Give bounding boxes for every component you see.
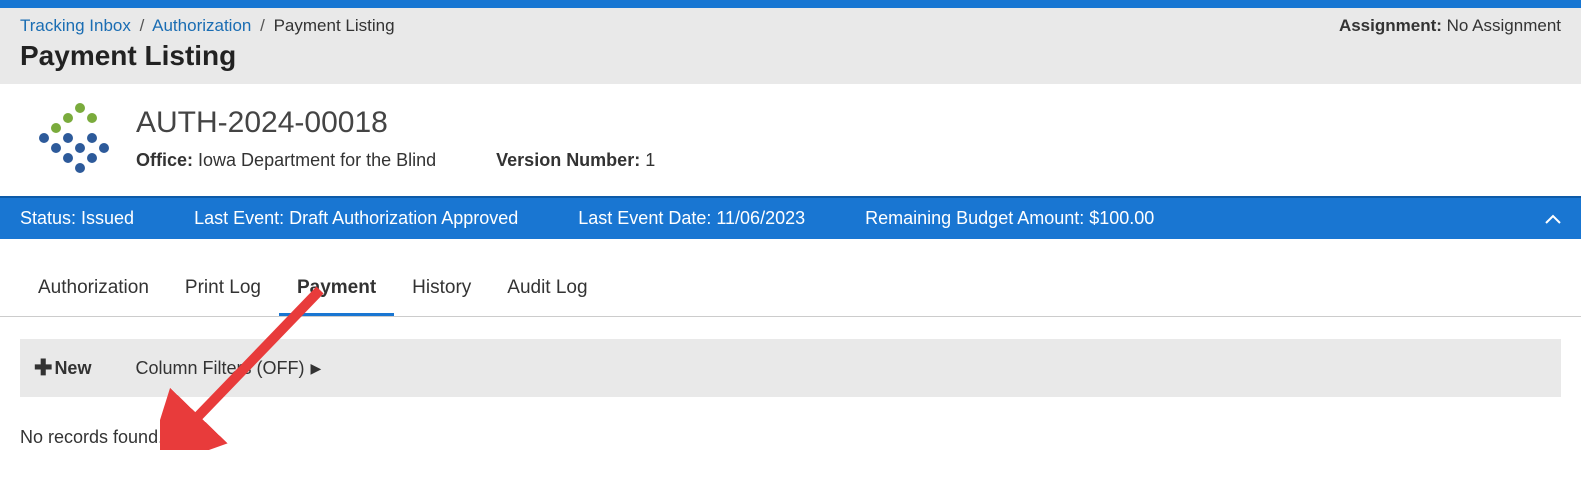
auth-header: AUTH-2024-00018 Office: Iowa Department … (0, 84, 1581, 196)
chevron-up-icon[interactable] (1545, 208, 1561, 229)
tab-print-log[interactable]: Print Log (167, 267, 279, 316)
new-label: New (54, 358, 91, 379)
auth-id: AUTH-2024-00018 (136, 106, 655, 140)
new-button[interactable]: ✚ New (34, 355, 91, 381)
auth-meta: Office: Iowa Department for the Blind Ve… (136, 150, 655, 171)
assignment-label: Assignment: (1339, 16, 1442, 35)
office-value: Iowa Department for the Blind (198, 150, 436, 170)
tab-history[interactable]: History (394, 267, 489, 316)
status-bar[interactable]: Status: Issued Last Event: Draft Authori… (0, 196, 1581, 239)
tab-payment[interactable]: Payment (279, 267, 394, 316)
auth-info: AUTH-2024-00018 Office: Iowa Department … (136, 106, 655, 171)
caret-right-icon: ▶ (310, 360, 321, 377)
no-records-message: No records found. (0, 397, 1581, 458)
last-event-text: Last Event: Draft Authorization Approved (194, 208, 518, 229)
column-filters-label: Column Filters (OFF) (135, 358, 304, 379)
breadcrumb-current: Payment Listing (274, 16, 395, 35)
assignment-value: No Assignment (1447, 16, 1561, 35)
last-event-date-text: Last Event Date: 11/06/2023 (578, 208, 805, 229)
assignment: Assignment: No Assignment (1339, 16, 1561, 36)
breadcrumb-link-tracking-inbox[interactable]: Tracking Inbox (20, 16, 131, 35)
breadcrumb-row: Tracking Inbox / Authorization / Payment… (0, 8, 1581, 36)
version-value: 1 (645, 150, 655, 170)
column-filters-toggle[interactable]: Column Filters (OFF) ▶ (135, 358, 321, 379)
version-label: Version Number: (496, 150, 640, 170)
tab-authorization[interactable]: Authorization (20, 267, 167, 316)
remaining-budget-text: Remaining Budget Amount: $100.00 (865, 208, 1154, 229)
status-text: Status: Issued (20, 208, 134, 229)
breadcrumb-link-authorization[interactable]: Authorization (152, 16, 251, 35)
page-title-row: Payment Listing (0, 36, 1581, 84)
toolbar: ✚ New Column Filters (OFF) ▶ (20, 339, 1561, 397)
plus-icon: ✚ (34, 355, 52, 381)
breadcrumb: Tracking Inbox / Authorization / Payment… (20, 16, 395, 36)
page-title: Payment Listing (20, 40, 1561, 72)
top-accent-bar (0, 0, 1581, 8)
tab-audit-log[interactable]: Audit Log (489, 267, 605, 316)
office-label: Office: (136, 150, 193, 170)
breadcrumb-sep: / (140, 16, 145, 35)
app-logo (20, 98, 110, 178)
tabs: Authorization Print Log Payment History … (0, 267, 1581, 317)
breadcrumb-sep: / (260, 16, 265, 35)
